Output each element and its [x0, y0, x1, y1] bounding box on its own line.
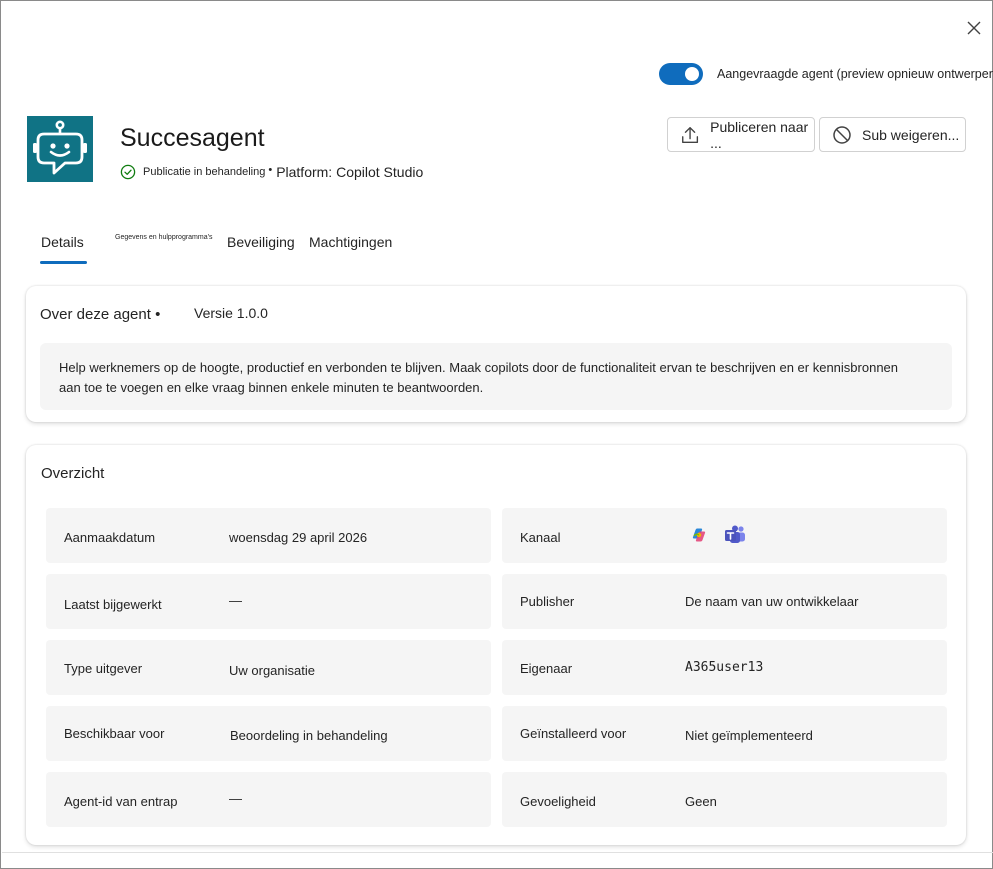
- overview-item: Kanaal: [502, 508, 947, 563]
- field-value: A365user13: [685, 660, 764, 675]
- close-icon[interactable]: [961, 15, 987, 41]
- check-circle-icon: [120, 164, 136, 180]
- description-line-1: Help werknemers op de hoogte, productief…: [59, 360, 899, 375]
- agent-details-dialog: Aangevraagde agent (preview opnieuw ontw…: [0, 0, 993, 869]
- field-value: Geen: [685, 794, 717, 809]
- meta-separator: •: [268, 164, 273, 176]
- field-label: Eigenaar: [520, 661, 573, 676]
- toggle-knob: [685, 67, 699, 81]
- footer-divider: [2, 852, 993, 853]
- field-label: Laatst bijgewerkt: [64, 597, 162, 612]
- overview-title: Overzicht: [41, 465, 105, 482]
- bot-chat-icon: [27, 116, 93, 182]
- reject-button[interactable]: Sub weigeren...: [819, 117, 966, 152]
- overview-item: Type uitgever Uw organisatie: [46, 640, 491, 695]
- reject-button-label: Sub weigeren...: [862, 126, 960, 143]
- field-label: Type uitgever: [64, 661, 143, 676]
- publish-status: Publicatie in behandeling: [143, 166, 266, 178]
- overview-item: Publisher De naam van uw ontwikkelaar: [502, 574, 947, 629]
- agent-description: Help werknemers op de hoogte, productief…: [40, 343, 952, 410]
- field-label: Aanmaakdatum: [64, 530, 156, 545]
- publish-button[interactable]: Publiceren naar ...: [667, 117, 815, 152]
- field-value: Beoordeling in behandeling: [230, 728, 388, 743]
- active-tab-indicator: [40, 261, 87, 264]
- overview-item: Aanmaakdatum woensdag 29 april 2026: [46, 508, 491, 563]
- field-label: Geïnstalleerd voor: [520, 726, 627, 741]
- tab-permissions[interactable]: Machtigingen: [309, 234, 392, 250]
- channel-icons: [691, 525, 746, 545]
- field-value: —: [229, 593, 242, 608]
- tab-security[interactable]: Beveiliging: [227, 234, 295, 250]
- agent-meta: Publicatie in behandeling • Platform: Co…: [120, 164, 423, 180]
- about-title: Over deze agent •: [40, 306, 161, 323]
- upload-icon: [682, 126, 699, 143]
- field-value: woensdag 29 april 2026: [229, 530, 368, 545]
- overview-item: Eigenaar A365user13: [502, 640, 947, 695]
- platform-label: Platform: Copilot Studio: [276, 164, 424, 180]
- about-card: Over deze agent • Versie 1.0.0 Help werk…: [26, 286, 966, 422]
- tab-list: Details Gegevens en hulpprogramma's Beve…: [1, 226, 993, 266]
- version-label: Versie 1.0.0: [194, 305, 268, 321]
- toggle-label: Aangevraagde agent (preview opnieuw ontw…: [717, 67, 993, 81]
- agent-name: Succesagent: [120, 124, 265, 152]
- redesign-preview-toggle[interactable]: [659, 63, 703, 85]
- field-value: Niet geïmplementeerd: [685, 728, 813, 743]
- redesign-preview-toggle-row: Aangevraagde agent (preview opnieuw ontw…: [659, 63, 993, 85]
- field-label: Kanaal: [520, 530, 561, 545]
- overview-item: Beschikbaar voor Beoordeling in behandel…: [46, 706, 491, 761]
- description-line-2: aan toe te voegen en elke vraag binnen e…: [59, 380, 484, 395]
- field-label: Agent-id van entrap: [64, 794, 178, 809]
- field-value: —: [229, 791, 242, 806]
- copilot-icon: [692, 528, 706, 542]
- field-label: Beschikbaar voor: [64, 726, 165, 741]
- overview-item: Gevoeligheid Geen: [502, 772, 947, 827]
- publish-button-label: Publiceren naar ...: [710, 118, 809, 151]
- block-icon: [833, 125, 851, 144]
- overview-card: Overzicht Aanmaakdatum woensdag 29 april…: [26, 445, 966, 845]
- tab-details[interactable]: Details: [41, 234, 84, 250]
- overview-item: Laatst bijgewerkt —: [46, 574, 491, 629]
- overview-item: Agent-id van entrap —: [46, 772, 491, 827]
- field-label: Publisher: [520, 594, 575, 609]
- field-value: De naam van uw ontwikkelaar: [685, 594, 859, 609]
- teams-icon: [725, 525, 745, 543]
- tab-data-and-tools[interactable]: Gegevens en hulpprogramma's: [115, 234, 212, 241]
- field-label: Gevoeligheid: [520, 794, 596, 809]
- field-value: Uw organisatie: [229, 663, 315, 678]
- overview-item: Geïnstalleerd voor Niet geïmplementeerd: [502, 706, 947, 761]
